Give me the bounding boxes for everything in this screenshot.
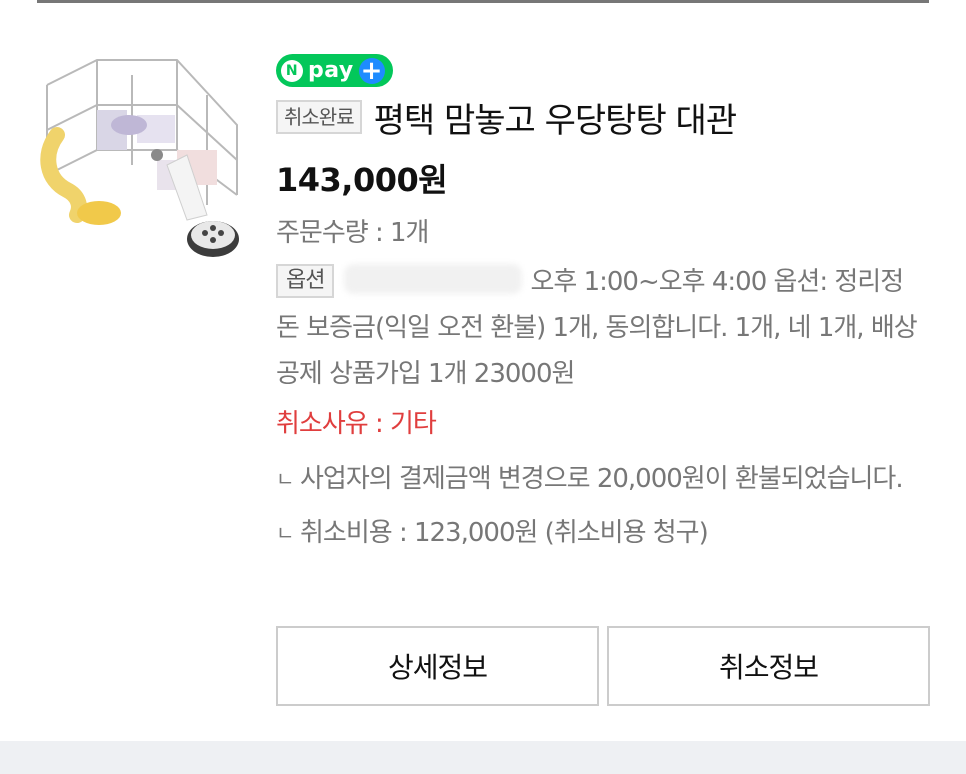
cancel-reason: 취소사유 : 기타	[276, 409, 437, 439]
title-row: 취소완료 평택 맘놓고 우당탕탕 대관	[276, 93, 931, 142]
npay-plus-badge: N pay +	[276, 54, 393, 87]
refund-note: ㄴ 사업자의 결제금액 변경으로 20,000원이 환불되었습니다.	[276, 457, 931, 501]
option-info: 옵션 오후 1:00~오후 4:00 옵션: 정리정돈 보증금(익일 오전 환불)…	[276, 259, 926, 397]
footer-separator	[0, 741, 966, 774]
cancel-fee-text: 취소비용 : 123,000원 (취소비용 청구)	[300, 518, 709, 548]
action-buttons: 상세정보 취소정보	[276, 626, 930, 706]
cancel-info-button[interactable]: 취소정보	[607, 626, 930, 706]
top-divider	[37, 0, 929, 3]
playground-image	[37, 55, 245, 263]
detail-info-button[interactable]: 상세정보	[276, 626, 599, 706]
bullet-mark: ㄴ	[276, 521, 294, 545]
redacted-option-value	[344, 264, 523, 294]
bullet-mark: ㄴ	[276, 467, 294, 491]
order-item: N pay + 취소완료 평택 맘놓고 우당탕탕 대관 143,000원 주문수…	[276, 54, 931, 555]
naver-n-icon: N	[281, 59, 303, 82]
option-badge: 옵션	[276, 264, 335, 298]
product-title[interactable]: 평택 맘놓고 우당탕탕 대관	[374, 93, 738, 142]
price: 143,000원	[276, 161, 448, 199]
product-thumbnail[interactable]	[37, 55, 245, 263]
refund-note-text: 사업자의 결제금액 변경으로 20,000원이 환불되었습니다.	[300, 464, 904, 494]
pay-label: pay	[308, 58, 354, 83]
plus-icon: +	[358, 55, 385, 86]
status-badge: 취소완료	[276, 100, 362, 134]
cancel-fee-note: ㄴ 취소비용 : 123,000원 (취소비용 청구)	[276, 511, 931, 555]
order-quantity: 주문수량 : 1개	[276, 218, 429, 248]
